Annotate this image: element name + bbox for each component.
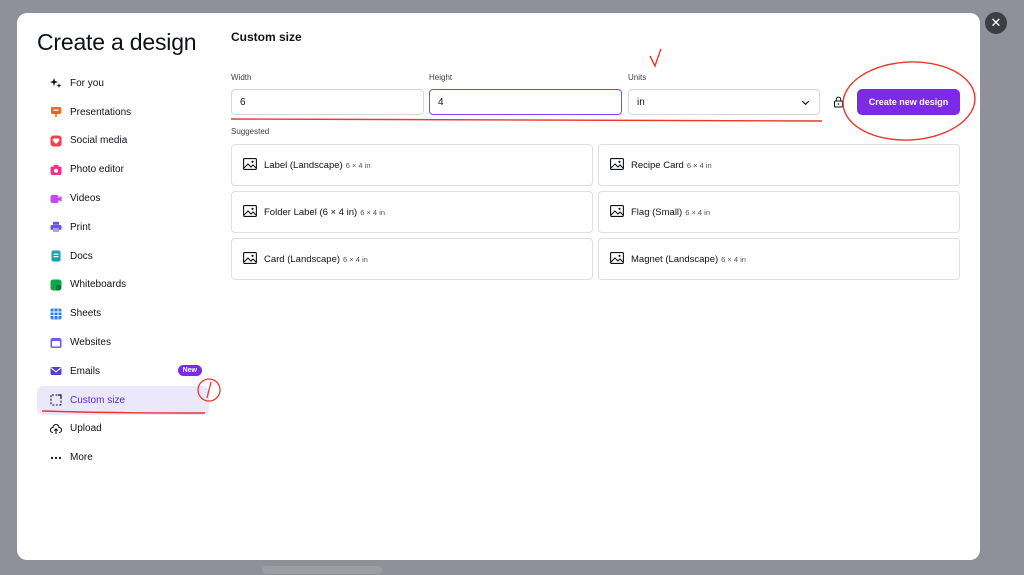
sidebar-item-label: Sheets [70, 308, 102, 320]
sidebar-item-label: Emails [70, 365, 101, 377]
chevron-down-icon [800, 97, 811, 108]
sidebar-item-label: Videos [70, 193, 101, 205]
upload-cloud-icon [49, 422, 63, 436]
section-title: Custom size [231, 30, 302, 44]
suggestion-dims: 6 × 4 in [360, 207, 386, 217]
sheet-icon [49, 307, 63, 321]
suggestion-card[interactable]: Label (Landscape) 6 × 4 in [231, 144, 593, 186]
width-input[interactable] [231, 89, 424, 115]
suggestion-card[interactable]: Flag (Small) 6 × 4 in [598, 191, 960, 233]
lock-icon[interactable] [833, 95, 844, 108]
sidebar-item-whiteboards[interactable]: Whiteboards [37, 271, 209, 300]
image-icon [610, 204, 631, 220]
suggestion-dims: 6 × 4 in [685, 207, 711, 217]
suggestion-card[interactable]: Recipe Card 6 × 4 in [598, 144, 960, 186]
suggestion-name: Flag (Small) [631, 206, 683, 218]
sidebar-item-for-you[interactable]: For you [37, 69, 209, 98]
image-icon [243, 204, 264, 220]
sidebar-item-label: More [70, 452, 93, 464]
units-select[interactable]: in [628, 89, 820, 115]
height-input[interactable] [429, 89, 622, 115]
sidebar-item-docs[interactable]: Docs [37, 242, 209, 271]
suggestion-card[interactable]: Folder Label (6 × 4 in) 6 × 4 in [231, 191, 593, 233]
presentation-icon [49, 105, 63, 119]
sidebar-item-label: Whiteboards [70, 279, 127, 291]
sidebar-item-emails[interactable]: Emails New [37, 357, 209, 386]
sidebar-item-presentations[interactable]: Presentations [37, 98, 209, 127]
sidebar-nav: For you Presentations Social media Photo… [37, 69, 209, 472]
sidebar-item-websites[interactable]: Websites [37, 328, 209, 357]
image-icon [243, 157, 264, 173]
sidebar-item-sheets[interactable]: Sheets [37, 299, 209, 328]
units-label: Units [628, 73, 647, 82]
heart-icon [49, 134, 63, 148]
sidebar-item-upload[interactable]: Upload [37, 415, 209, 444]
sidebar-item-label: For you [70, 77, 104, 89]
sidebar-item-label: Upload [70, 423, 102, 435]
sidebar-item-label: Social media [70, 135, 128, 147]
suggestion-dims: 6 × 4 in [721, 254, 746, 264]
custom-size-icon [49, 393, 63, 407]
suggestion-name: Folder Label (6 × 4 in) [264, 206, 358, 218]
suggestion-name: Label (Landscape) [264, 159, 343, 171]
suggestion-dims: 6 × 4 in [345, 160, 371, 170]
sidebar-item-videos[interactable]: Videos [37, 184, 209, 213]
sidebar-item-label: Docs [70, 250, 93, 262]
sidebar-item-label: Print [70, 221, 91, 233]
suggested-label: Suggested [231, 127, 270, 136]
units-value: in [637, 96, 645, 108]
camera-icon [49, 163, 63, 177]
sparkle-icon [49, 76, 63, 90]
suggestion-name: Recipe Card [631, 159, 684, 171]
sidebar-item-more[interactable]: More [37, 443, 209, 472]
video-icon [49, 192, 63, 206]
width-label: Width [231, 73, 252, 82]
suggestion-dims: 6 × 4 in [686, 160, 712, 170]
create-design-modal: Create a design For you Presentations So… [17, 13, 980, 560]
suggestion-name: Card (Landscape) [264, 253, 341, 265]
sidebar-item-social-media[interactable]: Social media [37, 127, 209, 156]
sidebar-item-label: Presentations [70, 106, 132, 118]
sidebar-item-photo-editor[interactable]: Photo editor [37, 155, 209, 184]
background-placeholder [262, 566, 382, 574]
sidebar-item-print[interactable]: Print [37, 213, 209, 242]
sidebar-item-label: Websites [70, 337, 111, 349]
sidebar-item-custom-size[interactable]: Custom size [37, 385, 209, 415]
image-icon [610, 157, 631, 173]
email-icon [49, 364, 63, 378]
printer-icon [49, 220, 63, 234]
height-label: Height [429, 73, 453, 82]
suggestion-card[interactable]: Card (Landscape) 6 × 4 in [231, 238, 593, 280]
new-badge: New [177, 364, 202, 376]
suggestion-dims: 6 × 4 in [343, 254, 368, 264]
modal-title: Create a design [37, 29, 197, 55]
sidebar-item-label: Custom size [70, 394, 126, 406]
close-button[interactable]: ✕ [985, 12, 1007, 34]
image-icon [610, 251, 631, 267]
suggestion-card[interactable]: Magnet (Landscape) 6 × 4 in [598, 238, 960, 280]
create-new-design-button[interactable]: Create new design [857, 89, 960, 115]
website-icon [49, 336, 63, 350]
sidebar-item-label: Photo editor [70, 164, 124, 176]
whiteboard-icon [49, 278, 63, 292]
image-icon [243, 251, 264, 267]
doc-icon [49, 249, 63, 263]
suggestion-name: Magnet (Landscape) [631, 253, 719, 265]
more-dots-icon [49, 451, 63, 465]
